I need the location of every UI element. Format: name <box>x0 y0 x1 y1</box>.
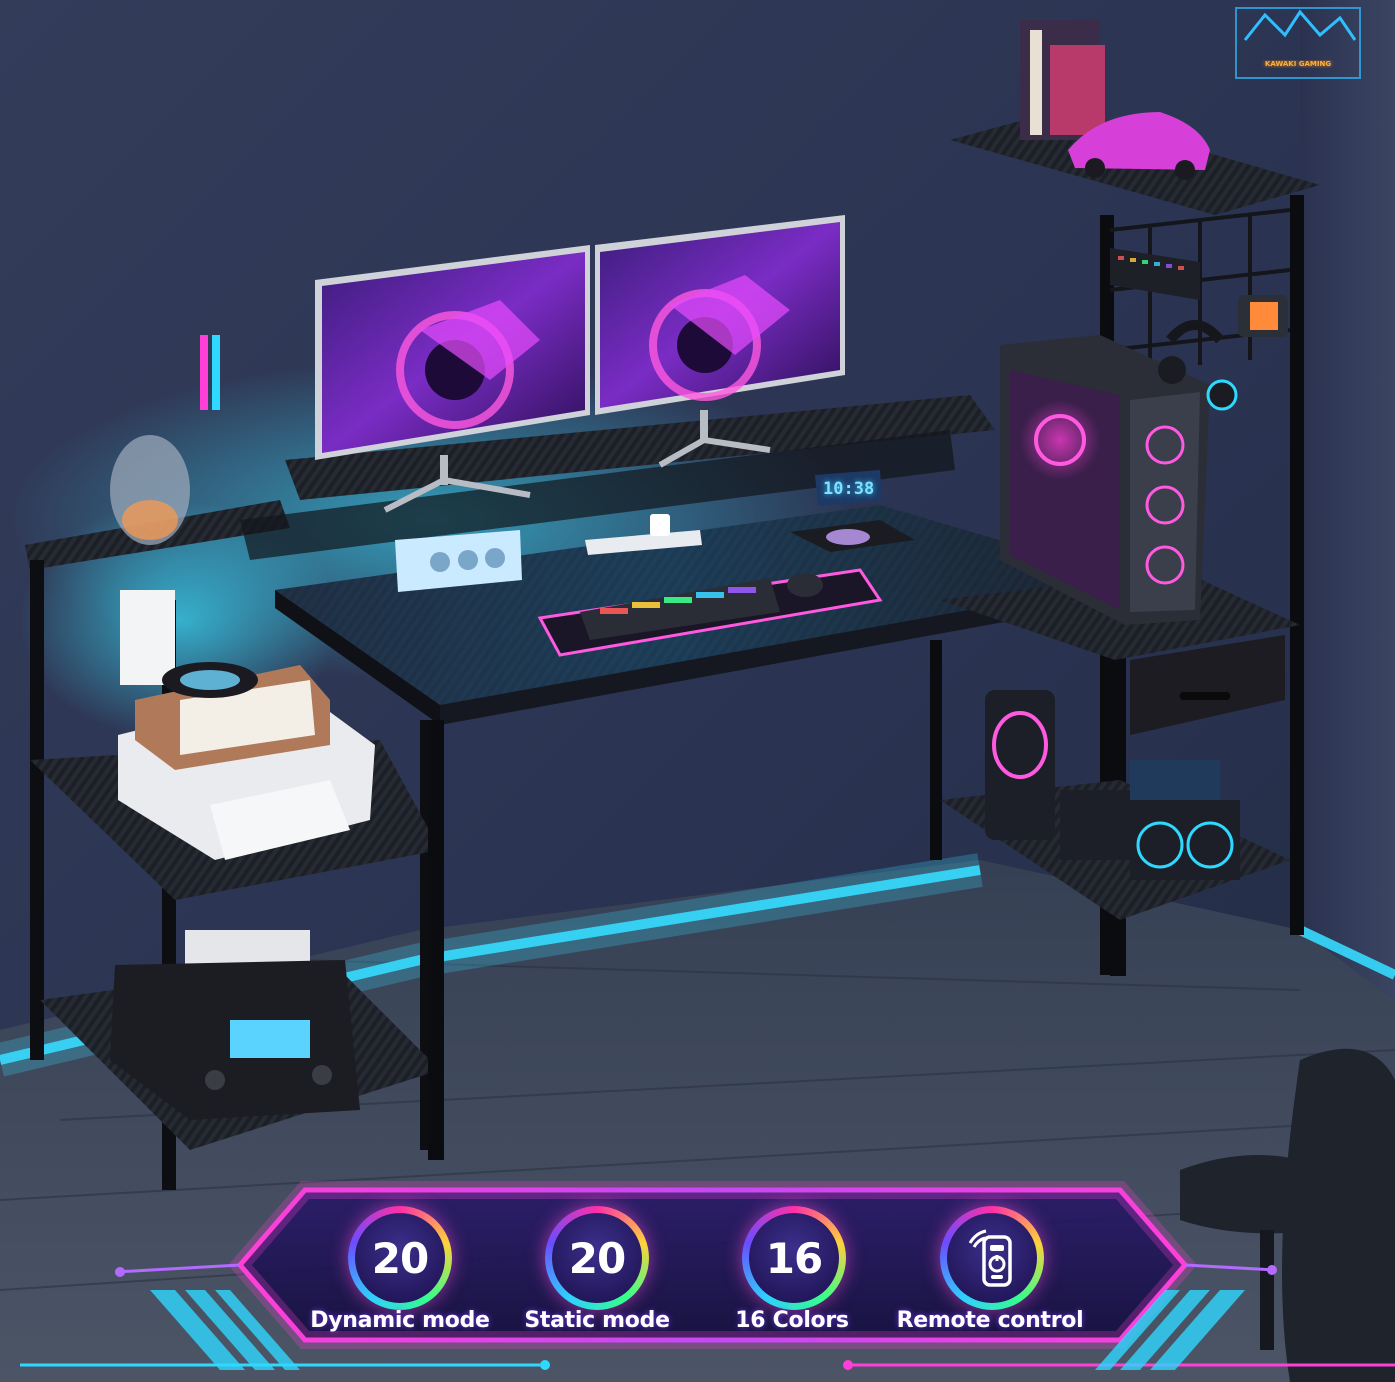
remote-control-icon <box>968 1229 1012 1287</box>
scene-illustration <box>0 0 1395 1382</box>
static-mode-badge: 20 <box>545 1206 649 1310</box>
remote-control-badge <box>940 1206 1044 1310</box>
clock-display: 10:38 <box>823 479 875 499</box>
neon-sign-text: KAWAKI GAMING <box>1264 60 1332 68</box>
tower-post-right <box>1290 195 1304 935</box>
colors-badge: 16 <box>742 1206 846 1310</box>
product-photo: 10:38 KAWAKI GAMING 20 Dynamic mode 20 S… <box>0 0 1395 1382</box>
mouse <box>787 573 823 597</box>
colors-value: 16 <box>749 1213 839 1303</box>
right-wall <box>1300 0 1395 1000</box>
dynamic-mode-value: 20 <box>355 1213 445 1303</box>
static-mode-value: 20 <box>552 1213 642 1303</box>
dynamic-mode-badge: 20 <box>348 1206 452 1310</box>
remote-control-label: Remote control <box>896 1308 1084 1333</box>
rgb-light-bar <box>200 335 208 410</box>
game-console <box>120 590 175 685</box>
desk-leg-front-left <box>428 720 444 1160</box>
hutch-left-post <box>30 560 44 1060</box>
